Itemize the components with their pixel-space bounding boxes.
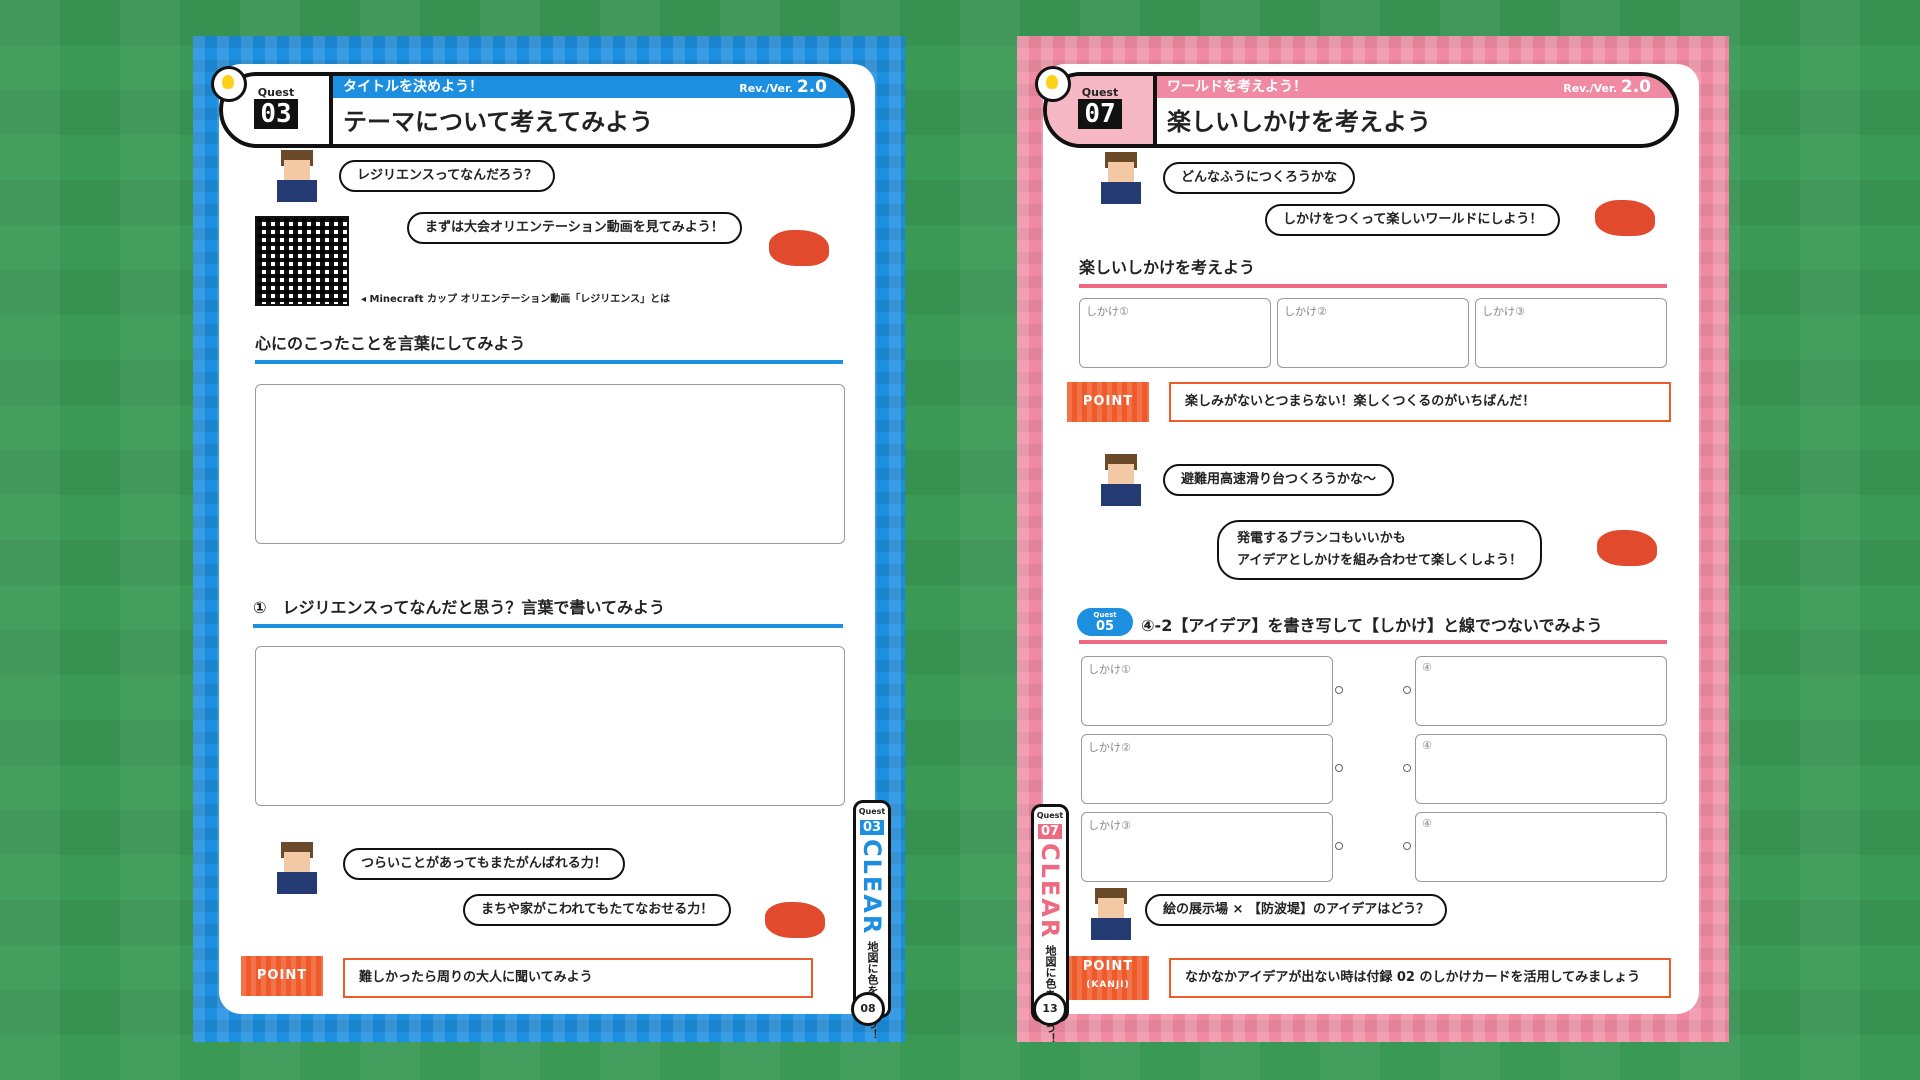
gimmick-box[interactable]: しかけ①	[1079, 298, 1271, 368]
point-tag: POINT	[241, 956, 323, 996]
red-blob-character	[765, 902, 825, 938]
speech-bubble: しかけをつくって楽しいワールドにしよう！	[1265, 204, 1561, 236]
rev-number: 2.0	[796, 77, 827, 97]
strip-text: ワールドを考えよう！	[1167, 79, 1307, 95]
boy-avatar	[1099, 152, 1143, 204]
connector-dot[interactable]	[1335, 764, 1343, 772]
rev-number: 2.0	[1620, 77, 1651, 97]
section-heading: ① レジリエンスってなんだと思う？言葉で書いてみよう	[253, 594, 843, 628]
red-blob-character	[1597, 530, 1657, 566]
boy-avatar	[1099, 454, 1143, 506]
point-tag: POINT (KANJI)	[1067, 956, 1149, 1000]
mini-quest-number: 05	[1095, 619, 1115, 634]
clear-badge: Quest 03 CLEAR 地図に色をぬろう！	[853, 800, 891, 1040]
gimmick-box[interactable]: しかけ②	[1277, 298, 1469, 368]
qr-code[interactable]	[255, 216, 349, 306]
mini-quest-badge: Quest 05	[1077, 608, 1133, 636]
box-label: しかけ③	[1482, 305, 1525, 318]
section-heading: ④-2【アイデア】を書き写して【しかけ】と線でつないでみよう	[1141, 616, 1603, 635]
answer-box[interactable]	[255, 384, 845, 544]
match-box-left[interactable]: しかけ①	[1081, 656, 1333, 726]
box-label: しかけ①	[1086, 305, 1129, 318]
quest-frame: Quest 03 タイトルを決めよう！ Rev./Ver. 2.0 テーマについ…	[219, 72, 855, 148]
speech-bubble: どんなふうにつくろうかな	[1163, 162, 1356, 194]
red-blob-character	[1595, 200, 1655, 236]
clear-word: CLEAR	[858, 839, 886, 936]
quest-strip: ワールドを考えよう！ Rev./Ver. 2.0	[1157, 76, 1675, 98]
answer-box[interactable]	[255, 646, 845, 806]
quest-number: 07	[1078, 99, 1122, 129]
strip-text: タイトルを決めよう！	[343, 79, 483, 95]
lightbulb-icon	[211, 66, 247, 102]
speech-bubble: まちや家がこわれてもたてなおせる力！	[463, 894, 732, 926]
rev-label: Rev./Ver.	[739, 82, 794, 95]
match-box-right[interactable]: ④	[1415, 812, 1667, 882]
point-text: 難しかったら周りの大人に聞いてみよう	[343, 958, 813, 998]
revision: Rev./Ver. 2.0	[1563, 76, 1651, 100]
point-tag: POINT	[1067, 382, 1149, 422]
match-box-left[interactable]: しかけ③	[1081, 812, 1333, 882]
section-heading: 楽しいしかけを考えよう	[1079, 254, 1667, 288]
page-number: 13	[1033, 992, 1067, 1026]
worksheet-quest-03: Quest 03 タイトルを決めよう！ Rev./Ver. 2.0 テーマについ…	[193, 36, 905, 1042]
connector-dot[interactable]	[1335, 842, 1343, 850]
box-label: しかけ③	[1088, 819, 1131, 832]
quest-header: Quest 07 ワールドを考えよう！ Rev./Ver. 2.0 楽しいしかけ…	[1035, 64, 1699, 148]
speech-bubble: レジリエンスってなんだろう？	[339, 160, 556, 192]
clear-quest-number: 03	[859, 820, 885, 835]
connector-dot[interactable]	[1403, 686, 1411, 694]
page-title: 楽しいしかけを考えよう	[1167, 108, 1431, 136]
speech-bubble: 絵の展示場 × 【防波堤】のアイデアはどう？	[1145, 894, 1448, 926]
page-number: 08	[851, 992, 885, 1026]
red-blob-character	[769, 230, 829, 266]
box-label: ④	[1422, 661, 1432, 674]
box-label: ④	[1422, 817, 1432, 830]
match-box-right[interactable]: ④	[1415, 656, 1667, 726]
connector-dot[interactable]	[1335, 686, 1343, 694]
point-text: 楽しみがないとつまらない！楽しくつくるのがいちばんだ！	[1169, 382, 1671, 422]
quest-number: 03	[254, 99, 298, 129]
clear-word: CLEAR	[1036, 843, 1064, 940]
speech-bubble: 発電するブランコもいいかも アイデアとしかけを組み合わせて楽しくしよう！	[1217, 520, 1543, 580]
speech-bubble: つらいことがあってもまたがんばれる力！	[343, 848, 625, 880]
point-label: POINT	[1082, 959, 1134, 974]
clear-quest-number: 07	[1037, 824, 1063, 839]
bubble-line: 発電するブランコもいいかも	[1237, 531, 1406, 546]
connector-dot[interactable]	[1403, 764, 1411, 772]
box-label: しかけ②	[1088, 741, 1131, 754]
worksheet-quest-07: Quest 07 ワールドを考えよう！ Rev./Ver. 2.0 楽しいしかけ…	[1017, 36, 1729, 1044]
clear-quest-label: Quest	[858, 807, 886, 816]
speech-bubble: まずは大会オリエンテーション動画を見てみよう！	[407, 212, 742, 244]
rev-label: Rev./Ver.	[1563, 82, 1618, 95]
match-box-left[interactable]: しかけ②	[1081, 734, 1333, 804]
connector-dot[interactable]	[1403, 842, 1411, 850]
clear-quest-label: Quest	[1036, 811, 1064, 820]
heading-underline	[1079, 640, 1667, 644]
page-title: テーマについて考えてみよう	[343, 108, 654, 136]
lightbulb-icon	[1035, 66, 1071, 102]
boy-avatar	[275, 842, 319, 894]
quest-strip: タイトルを決めよう！ Rev./Ver. 2.0	[333, 76, 851, 98]
bubble-line: アイデアとしかけを組み合わせて楽しくしよう！	[1237, 553, 1523, 568]
match-box-right[interactable]: ④	[1415, 734, 1667, 804]
box-label: しかけ①	[1088, 663, 1131, 676]
speech-bubble: 避難用高速滑り台つくろうかな〜	[1163, 464, 1395, 496]
gimmick-box[interactable]: しかけ③	[1475, 298, 1667, 368]
revision: Rev./Ver. 2.0	[739, 76, 827, 100]
boy-avatar	[1089, 888, 1133, 940]
box-label: しかけ②	[1284, 305, 1327, 318]
point-text: なかなかアイデアが出ない時は付録 02 のしかけカードを活用してみましょう	[1169, 958, 1671, 998]
qr-caption: ◂ Minecraft カップ オリエンテーション動画「レジリエンス」とは	[361, 294, 671, 305]
clear-badge: Quest 07 CLEAR 地図に色をぬろう！	[1031, 804, 1069, 1044]
boy-avatar	[275, 150, 319, 202]
point-sublabel: (KANJI)	[1086, 980, 1130, 990]
section-heading: 心にのこったことを言葉にしてみよう	[255, 330, 843, 364]
box-label: ④	[1422, 739, 1432, 752]
quest-frame: Quest 07 ワールドを考えよう！ Rev./Ver. 2.0 楽しいしかけ…	[1043, 72, 1679, 148]
quest-header: Quest 03 タイトルを決めよう！ Rev./Ver. 2.0 テーマについ…	[211, 64, 875, 148]
